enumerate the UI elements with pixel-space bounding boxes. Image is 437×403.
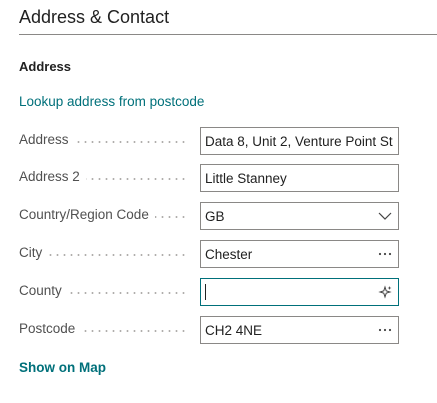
postcode-row: Postcode (19, 316, 399, 344)
lookup-address-link[interactable]: Lookup address from postcode (19, 94, 204, 109)
country-field-box (200, 202, 399, 230)
text-caret (205, 284, 206, 300)
ellipsis-icon[interactable] (372, 317, 398, 343)
address-field-box (200, 127, 399, 155)
sparkle-icon[interactable] (372, 279, 398, 305)
chevron-down-icon[interactable] (372, 203, 398, 229)
address-input[interactable] (201, 128, 398, 154)
country-row: Country/Region Code (19, 202, 399, 230)
address2-row: Address 2 (19, 164, 399, 192)
county-input[interactable] (201, 279, 373, 305)
city-label: City (19, 245, 49, 260)
city-input[interactable] (201, 241, 373, 267)
section-divider (19, 34, 437, 35)
address-row: Address (19, 127, 399, 155)
city-field-box (200, 240, 399, 268)
address2-input[interactable] (201, 165, 398, 191)
address-label: Address (19, 132, 75, 147)
county-field-box (200, 278, 399, 306)
group-title: Address (19, 59, 72, 74)
country-select[interactable] (201, 203, 373, 229)
city-row: City (19, 240, 399, 268)
postcode-field-box (200, 316, 399, 344)
ellipsis-icon[interactable] (372, 241, 398, 267)
address2-label: Address 2 (19, 169, 86, 184)
postcode-label: Postcode (19, 321, 82, 336)
country-label: Country/Region Code (19, 207, 155, 222)
section-title: Address & Contact (19, 7, 170, 27)
county-row: County (19, 278, 399, 306)
show-on-map-link[interactable]: Show on Map (19, 360, 106, 375)
county-label: County (19, 283, 68, 298)
address2-field-box (200, 164, 399, 192)
postcode-input[interactable] (201, 317, 373, 343)
